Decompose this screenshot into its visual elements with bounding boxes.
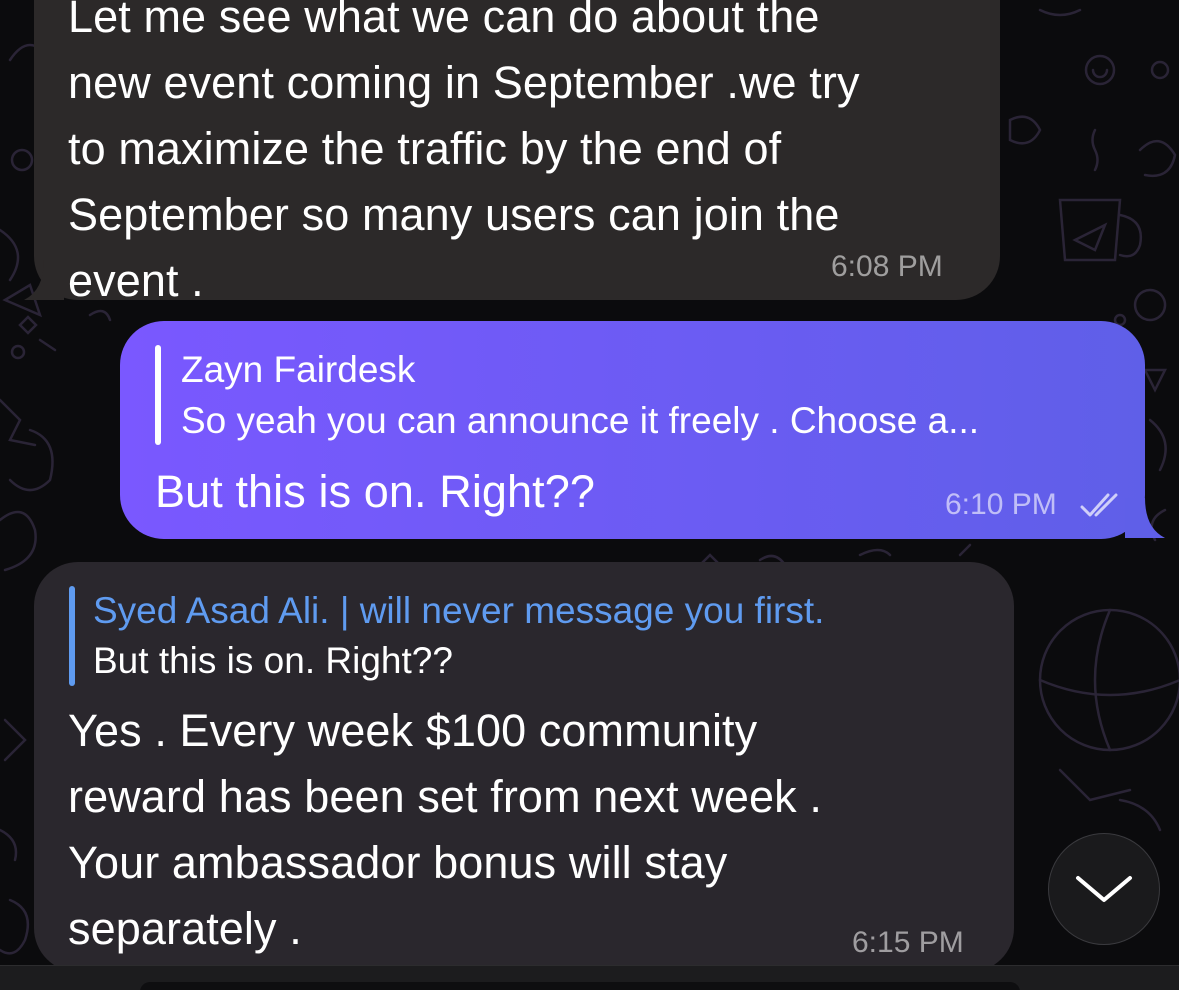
- message-input-field[interactable]: [140, 982, 1020, 990]
- message-text: But this is on. Right??: [155, 466, 596, 517]
- chevron-down-icon: [1076, 876, 1132, 902]
- reply-quote-bar: [69, 586, 75, 686]
- reply-preview-text: So yeah you can announce it freely . Cho…: [181, 400, 980, 441]
- message-time: 6:10 PM: [945, 488, 1057, 521]
- message-text: Yes . Every week $100 community reward h…: [68, 705, 822, 954]
- reply-sender-name: Zayn Fairdesk: [181, 349, 416, 390]
- reply-preview-text: But this is on. Right??: [93, 640, 453, 681]
- reply-quote-bar: [155, 345, 161, 445]
- message-bubble-outgoing[interactable]: Zayn Fairdesk So yeah you can announce i…: [120, 321, 1145, 539]
- message-time: 6:08 PM: [831, 250, 943, 283]
- message-time: 6:15 PM: [852, 926, 964, 959]
- bubble-tail: [24, 260, 64, 300]
- message-bubble-incoming[interactable]: Syed Asad Ali. | will never message you …: [34, 562, 1014, 972]
- reply-sender-name[interactable]: Syed Asad Ali. | will never message you …: [93, 590, 824, 632]
- scroll-to-bottom-button[interactable]: [1048, 833, 1160, 945]
- message-bubble-incoming[interactable]: Let me see what we can do about the new …: [34, 0, 1000, 306]
- chat-view[interactable]: Let me see what we can do about the new …: [0, 0, 1179, 990]
- bubble-tail: [1125, 498, 1165, 538]
